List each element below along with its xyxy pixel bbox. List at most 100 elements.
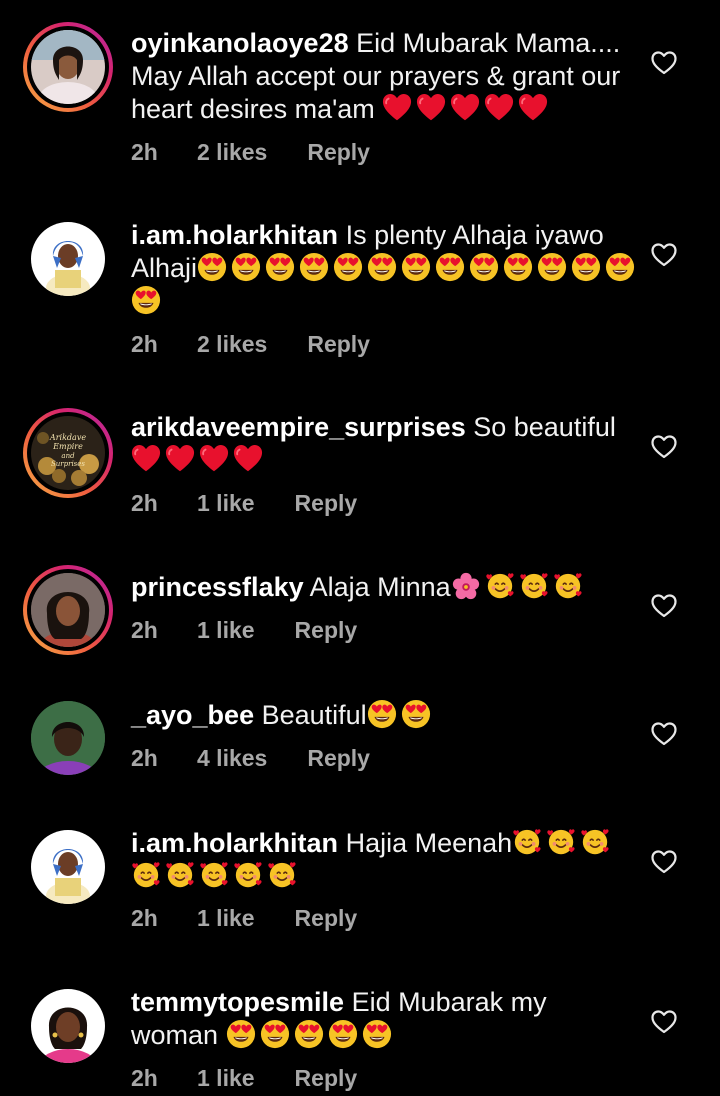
- smiling-hearts-emoji: [165, 860, 195, 890]
- heart-outline-icon[interactable]: [651, 722, 677, 746]
- comment-time: 2h: [131, 905, 158, 931]
- reply-button[interactable]: Reply: [295, 490, 358, 517]
- comment-time: 2h: [131, 745, 158, 771]
- heart-outline-icon[interactable]: [651, 594, 677, 618]
- comment-text: i.am.holarkhitan Is plenty Alhaja iyawo …: [131, 219, 641, 318]
- comment-username[interactable]: oyinkanolaoye28: [131, 28, 349, 58]
- reply-button[interactable]: Reply: [295, 617, 358, 644]
- emoji-group: [131, 253, 639, 316]
- comment-time: 2h: [131, 617, 158, 643]
- red-heart-emoji: [131, 444, 161, 474]
- smiling-hearts-emoji: [233, 860, 263, 890]
- comment-text: temmytopesmile Eid Mubarak my woman: [131, 986, 641, 1052]
- reply-button[interactable]: Reply: [307, 331, 370, 358]
- comment-text: oyinkanolaoye28 Eid Mubarak Mama.... May…: [131, 27, 641, 126]
- avatar[interactable]: [31, 989, 105, 1063]
- avatar[interactable]: Arikdave Empire and Surprises: [23, 408, 113, 498]
- heart-outline-icon[interactable]: [651, 1010, 677, 1034]
- smiling-hearts-emoji: [267, 860, 297, 890]
- heart-outline-icon[interactable]: [651, 850, 677, 874]
- heart-eyes-emoji: [328, 1019, 358, 1049]
- reply-button[interactable]: Reply: [295, 905, 358, 932]
- heart-eyes-emoji: [469, 252, 499, 282]
- heart-eyes-emoji: [294, 1019, 324, 1049]
- comment-text: _ayo_bee Beautiful: [131, 699, 641, 732]
- comment-body: Alaja Minna: [309, 572, 451, 602]
- blossom-emoji: [451, 571, 481, 601]
- avatar-image: [31, 573, 105, 647]
- comment-meta: 2h 1 like Reply: [131, 490, 357, 517]
- heart-eyes-emoji: [401, 252, 431, 282]
- smiling-hearts-emoji: [199, 860, 229, 890]
- smiling-hearts-emoji: [519, 571, 549, 601]
- avatar-image: [31, 30, 105, 104]
- avatar[interactable]: [31, 830, 105, 904]
- avatar[interactable]: [31, 222, 105, 296]
- comment-meta: 2h 2 likes Reply: [131, 139, 370, 166]
- comment-username[interactable]: princessflaky: [131, 572, 304, 602]
- svg-text:and: and: [61, 452, 75, 460]
- comment-meta: 2h 1 like Reply: [131, 617, 357, 644]
- avatar-image: Arikdave Empire and Surprises: [31, 416, 105, 490]
- heart-eyes-emoji: [231, 252, 261, 282]
- comment-body: Hajia Meenah: [345, 828, 513, 858]
- avatar[interactable]: [31, 701, 105, 775]
- smiling-hearts-emoji: [131, 860, 161, 890]
- emoji-group: [226, 1020, 396, 1050]
- comment-likes[interactable]: 4 likes: [197, 745, 267, 772]
- comment-username[interactable]: arikdaveempire_surprises: [131, 412, 466, 442]
- red-heart-emoji: [518, 93, 548, 123]
- avatar-image: [31, 701, 105, 775]
- comment-likes[interactable]: 1 like: [197, 1065, 255, 1092]
- reply-button[interactable]: Reply: [307, 139, 370, 166]
- emoji-group: [382, 94, 552, 124]
- comment-time: 2h: [131, 331, 158, 357]
- reply-button[interactable]: Reply: [307, 745, 370, 772]
- red-heart-emoji: [233, 444, 263, 474]
- comment-likes[interactable]: 2 likes: [197, 139, 267, 166]
- comment-body: So beautiful: [473, 412, 616, 442]
- comment-username[interactable]: i.am.holarkhitan: [131, 828, 338, 858]
- red-heart-emoji: [199, 444, 229, 474]
- red-heart-emoji: [484, 93, 514, 123]
- comment-likes[interactable]: 1 like: [197, 617, 255, 644]
- comment-username[interactable]: _ayo_bee: [131, 700, 254, 730]
- comment-time: 2h: [131, 139, 158, 165]
- reply-button[interactable]: Reply: [295, 1065, 358, 1092]
- avatar[interactable]: [23, 22, 113, 112]
- heart-eyes-emoji: [362, 1019, 392, 1049]
- heart-eyes-emoji: [503, 252, 533, 282]
- red-heart-emoji: [382, 93, 412, 123]
- red-heart-emoji: [450, 93, 480, 123]
- heart-eyes-emoji: [571, 252, 601, 282]
- comment-username[interactable]: i.am.holarkhitan: [131, 220, 338, 250]
- comment-time: 2h: [131, 1065, 158, 1091]
- comment-meta: 2h 1 like Reply: [131, 905, 357, 932]
- comment-likes[interactable]: 2 likes: [197, 331, 267, 358]
- avatar[interactable]: [23, 565, 113, 655]
- heart-eyes-emoji: [367, 252, 397, 282]
- comment-text: i.am.holarkhitan Hajia Meenah: [131, 827, 641, 893]
- comment-likes[interactable]: 1 like: [197, 905, 255, 932]
- heart-eyes-emoji: [260, 1019, 290, 1049]
- heart-eyes-emoji: [333, 252, 363, 282]
- smiling-hearts-emoji: [485, 571, 515, 601]
- avatar-image: [31, 989, 105, 1063]
- heart-eyes-emoji: [131, 285, 161, 315]
- svg-text:Empire: Empire: [52, 442, 83, 451]
- smiling-hearts-emoji: [546, 827, 576, 857]
- heart-eyes-emoji: [226, 1019, 256, 1049]
- heart-outline-icon[interactable]: [651, 435, 677, 459]
- comment-username[interactable]: temmytopesmile: [131, 987, 344, 1017]
- comment-body: Beautiful: [261, 700, 367, 730]
- heart-eyes-emoji: [537, 252, 567, 282]
- heart-outline-icon[interactable]: [651, 51, 677, 75]
- heart-eyes-emoji: [435, 252, 465, 282]
- heart-eyes-emoji: [605, 252, 635, 282]
- comment-time: 2h: [131, 490, 158, 516]
- comment-likes[interactable]: 1 like: [197, 490, 255, 517]
- heart-outline-icon[interactable]: [651, 243, 677, 267]
- comment-text: arikdaveempire_surprises So beautiful: [131, 411, 641, 477]
- heart-eyes-emoji: [265, 252, 295, 282]
- smiling-hearts-emoji: [580, 827, 610, 857]
